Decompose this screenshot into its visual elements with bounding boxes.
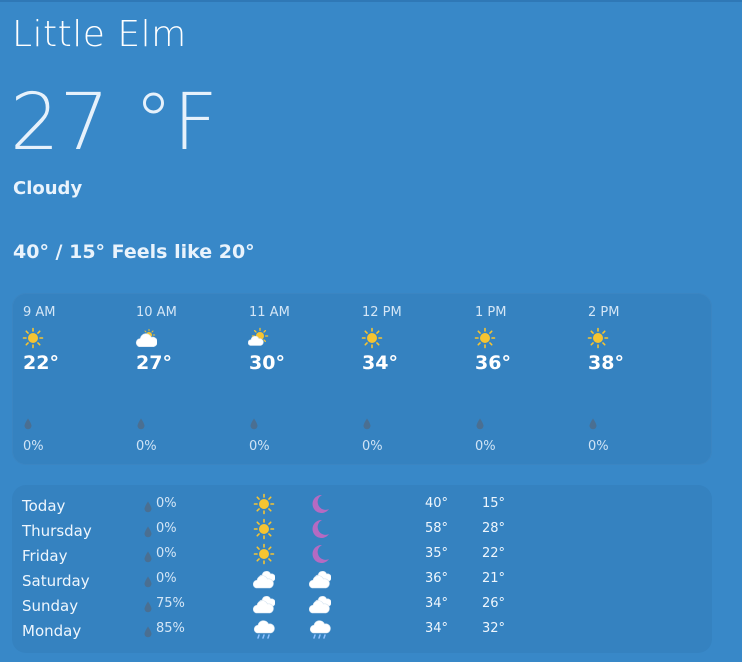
cloudy-icon	[252, 593, 276, 615]
day-precip: 0%	[156, 546, 177, 561]
day-high: 36°	[425, 571, 449, 586]
raindrop-icon	[476, 415, 484, 430]
raindrop-icon	[589, 415, 597, 430]
rain-icon	[309, 618, 331, 640]
hourly-forecast-panel: 9 AM 22° 0% 10 AM 27° 0% 11 AM 30° 0% 12…	[12, 293, 712, 465]
top-border	[0, 0, 742, 2]
hourly-time: 9 AM	[23, 305, 56, 320]
raindrop-icon	[144, 573, 152, 588]
day-high: 58°	[425, 521, 449, 536]
hourly-temp: 30°	[249, 352, 285, 374]
day-low: 15°	[482, 496, 506, 511]
rain-icon	[253, 618, 275, 640]
location-title: Little Elm	[12, 14, 187, 55]
hourly-time: 2 PM	[588, 305, 620, 320]
day-precip: 0%	[156, 521, 177, 536]
day-high: 35°	[425, 546, 449, 561]
day-low: 22°	[482, 546, 506, 561]
day-precip: 75%	[156, 596, 185, 611]
daily-row: Thursday 0% 58° 28°	[12, 518, 712, 543]
day-high: 34°	[425, 621, 449, 636]
hourly-item: 2 PM 38° 0%	[577, 293, 687, 465]
raindrop-icon	[137, 415, 145, 430]
hourly-precip: 0%	[23, 439, 44, 454]
daily-row: Sunday 75% 34° 26°	[12, 593, 712, 618]
day-low: 32°	[482, 621, 506, 636]
day-name: Thursday	[22, 522, 92, 540]
current-temperature: 27 °F	[10, 78, 218, 168]
daily-row: Saturday 0% 36° 21°	[12, 568, 712, 593]
day-name: Friday	[22, 547, 68, 565]
hourly-precip: 0%	[362, 439, 383, 454]
hourly-item: 10 AM 27° 0%	[125, 293, 235, 465]
raindrop-icon	[250, 415, 258, 430]
hourly-precip: 0%	[136, 439, 157, 454]
day-name: Today	[22, 497, 66, 515]
hourly-temp: 22°	[23, 352, 59, 374]
day-precip: 85%	[156, 621, 185, 636]
hourly-item: 12 PM 34° 0%	[351, 293, 461, 465]
hourly-temp: 27°	[136, 352, 172, 374]
hourly-item: 11 AM 30° 0%	[238, 293, 348, 465]
sun-icon	[253, 518, 275, 540]
hourly-time: 1 PM	[475, 305, 507, 320]
day-precip: 0%	[156, 571, 177, 586]
day-low: 28°	[482, 521, 506, 536]
daily-row: Monday 85% 34° 32°	[12, 618, 712, 643]
hourly-precip: 0%	[588, 439, 609, 454]
raindrop-icon	[24, 415, 32, 430]
hourly-temp: 36°	[475, 352, 511, 374]
day-precip: 0%	[156, 496, 177, 511]
sun-icon	[587, 327, 609, 349]
day-name: Monday	[22, 622, 82, 640]
raindrop-icon	[144, 548, 152, 563]
partly-sunny-icon	[247, 327, 270, 349]
raindrop-icon	[363, 415, 371, 430]
sun-icon	[253, 543, 275, 565]
raindrop-icon	[144, 523, 152, 538]
day-high: 34°	[425, 596, 449, 611]
hourly-item: 9 AM 22° 0%	[12, 293, 122, 465]
cloudy-icon	[308, 568, 332, 590]
raindrop-icon	[144, 598, 152, 613]
hourly-item: 1 PM 36° 0%	[464, 293, 574, 465]
day-low: 26°	[482, 596, 506, 611]
hourly-precip: 0%	[249, 439, 270, 454]
hourly-time: 11 AM	[249, 305, 290, 320]
moon-icon	[309, 543, 331, 565]
cloudy-icon	[252, 568, 276, 590]
daily-forecast-panel: Today 0% 40° 15° Thursday 0% 58° 28° Fri…	[12, 485, 712, 653]
moon-icon	[309, 493, 331, 515]
sun-icon	[361, 327, 383, 349]
hourly-precip: 0%	[475, 439, 496, 454]
sun-icon	[474, 327, 496, 349]
sun-icon	[22, 327, 44, 349]
moon-icon	[309, 518, 331, 540]
sun-icon	[253, 493, 275, 515]
daily-row: Friday 0% 35° 22°	[12, 543, 712, 568]
daily-row: Today 0% 40° 15°	[12, 493, 712, 518]
day-low: 21°	[482, 571, 506, 586]
hourly-time: 12 PM	[362, 305, 402, 320]
hourly-time: 10 AM	[136, 305, 177, 320]
hourly-temp: 38°	[588, 352, 624, 374]
hi-lo-feels-like: 40° / 15° Feels like 20°	[13, 241, 255, 263]
day-high: 40°	[425, 496, 449, 511]
cloud-icon	[135, 327, 158, 349]
day-name: Sunday	[22, 597, 79, 615]
current-condition: Cloudy	[13, 178, 83, 199]
raindrop-icon	[144, 498, 152, 513]
raindrop-icon	[144, 623, 152, 638]
cloudy-icon	[308, 593, 332, 615]
hourly-temp: 34°	[362, 352, 398, 374]
day-name: Saturday	[22, 572, 90, 590]
